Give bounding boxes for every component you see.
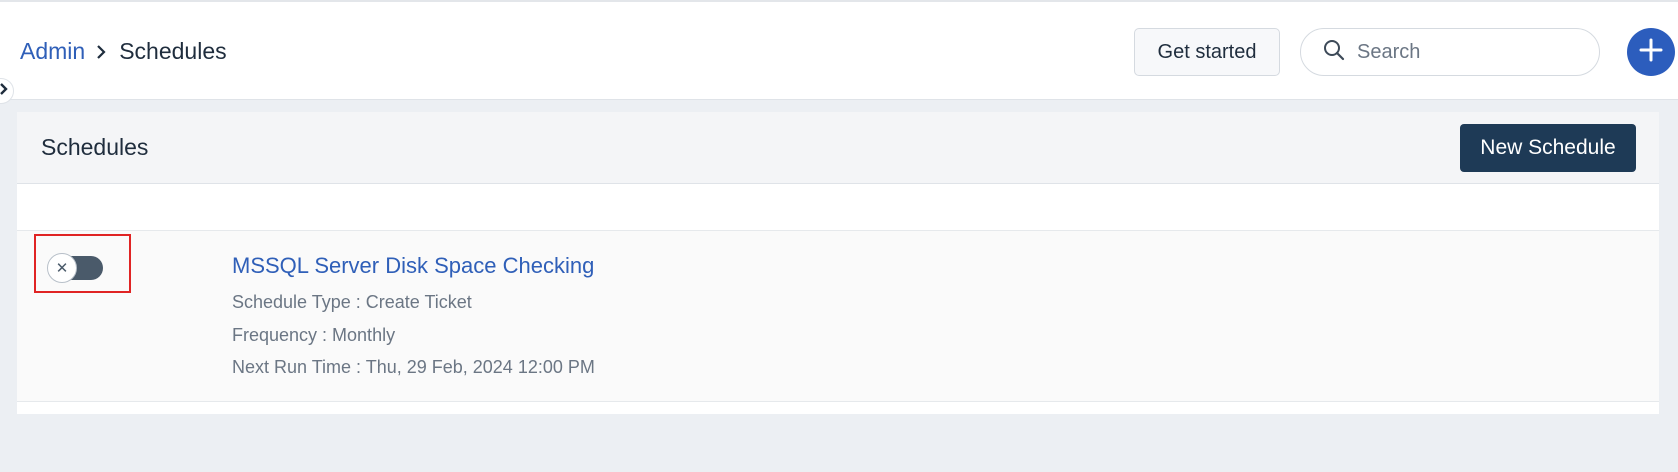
schedule-frequency: Frequency : Monthly [232,325,396,345]
new-schedule-button[interactable]: New Schedule [1460,124,1636,172]
search-box[interactable] [1300,28,1600,76]
schedule-enable-toggle[interactable]: ✕ [47,253,103,283]
breadcrumb-current: Schedules [119,38,227,64]
breadcrumb-admin-link[interactable]: Admin [20,38,85,65]
top-bar: Admin Schedules Get started [0,0,1678,100]
add-button[interactable] [1627,28,1675,76]
panel-title: Schedules [41,134,149,160]
search-input[interactable] [1357,40,1577,64]
schedule-title-link[interactable]: MSSQL Server Disk Space Checking [232,253,594,279]
panel-header: Schedules New Schedule [17,112,1659,184]
x-icon: ✕ [47,253,77,283]
plus-icon [1638,37,1664,68]
breadcrumb: Admin Schedules [20,38,227,65]
schedule-type: Schedule Type : Create Ticket [232,292,472,312]
chevron-right-icon [95,44,107,60]
get-started-button[interactable]: Get started [1134,28,1280,76]
schedules-panel: Schedules New Schedule ✕ MSSQL Server Di… [17,112,1659,414]
schedule-row: ✕ MSSQL Server Disk Space Checking Sched… [17,230,1659,402]
schedule-next-run: Next Run Time : Thu, 29 Feb, 2024 12:00 … [232,357,595,377]
search-icon [1323,39,1345,66]
chevron-right-icon [0,82,8,100]
